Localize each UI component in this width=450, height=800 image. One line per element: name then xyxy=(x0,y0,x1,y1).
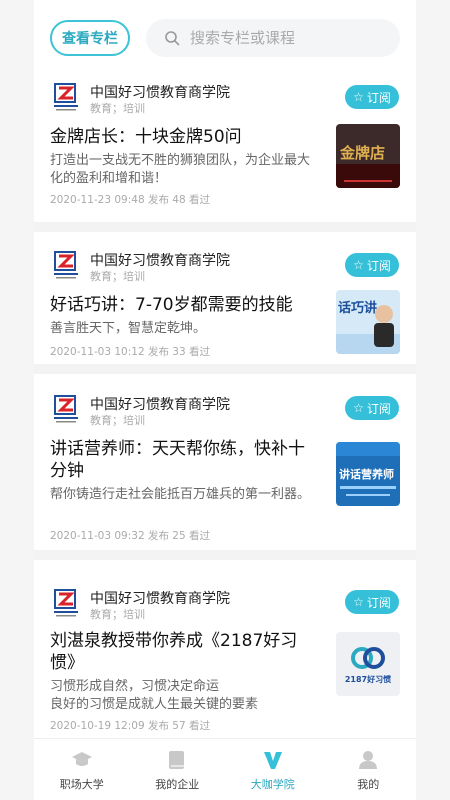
top-bar: 查看专栏 xyxy=(34,0,416,74)
subscribe-button[interactable]: ☆ 订阅 xyxy=(345,396,399,420)
card-separator xyxy=(34,550,416,560)
tab-label: 我的 xyxy=(357,777,380,791)
star-icon: ☆ xyxy=(353,258,364,272)
column-card[interactable]: 中国好习惯教育商学院 教育；培训 ☆ 订阅 好话巧讲：7-70岁都需要的技能 善… xyxy=(34,232,416,364)
org-tags: 教育；培训 xyxy=(90,414,145,427)
subscribe-label: 订阅 xyxy=(366,90,391,105)
org-tags: 教育；培训 xyxy=(90,102,145,115)
org-name: 中国好习惯教育商学院 xyxy=(90,85,230,101)
column-thumbnail[interactable]: 2187好习惯 xyxy=(336,632,400,696)
column-description: 习惯形成自然，习惯决定命运 良好的习惯是成就人生最关键的要素 xyxy=(50,679,259,712)
org-tags: 教育；培训 xyxy=(90,270,145,283)
org-name: 中国好习惯教育商学院 xyxy=(90,253,230,269)
subscribe-button[interactable]: ☆ 订阅 xyxy=(345,253,399,277)
column-meta: 2020-10-19 12:09 发布 57 看过 xyxy=(50,720,210,732)
search-icon xyxy=(165,31,180,46)
column-thumbnail[interactable]: 讲话营养师 xyxy=(336,442,400,506)
v-logo-icon xyxy=(263,751,282,769)
column-meta: 2020-11-03 09:32 发布 25 看过 xyxy=(50,530,210,542)
card-separator xyxy=(34,364,416,374)
user-icon xyxy=(359,750,378,769)
org-logo-icon xyxy=(54,589,78,617)
card-separator xyxy=(34,222,416,232)
org-tags: 教育；培训 xyxy=(90,608,145,621)
org-logo-icon xyxy=(54,251,78,279)
tab-label: 大咖学院 xyxy=(250,777,295,791)
star-icon: ☆ xyxy=(353,595,364,609)
graduation-cap-icon xyxy=(71,751,92,766)
tab-expert-academy[interactable]: 大咖学院 xyxy=(225,739,321,800)
thumbnail-image-icon: 2187好习惯 xyxy=(336,632,400,696)
org-logo-icon xyxy=(54,83,78,111)
column-title[interactable]: 金牌店长：十块金牌50问 xyxy=(50,126,320,148)
column-thumbnail[interactable]: 话巧讲 xyxy=(336,290,400,354)
star-icon: ☆ xyxy=(353,90,364,104)
org-name: 中国好习惯教育商学院 xyxy=(90,591,230,607)
org-name: 中国好习惯教育商学院 xyxy=(90,397,230,413)
subscribe-label: 订阅 xyxy=(366,401,391,416)
search-box[interactable] xyxy=(146,19,400,57)
thumbnail-caption: 2187好习惯 xyxy=(345,674,391,684)
column-description: 打造出一支战无不胜的狮狼团队，为企业最大化的盈利和增和谐！ xyxy=(50,153,311,186)
thumbnail-caption: 讲话营养师 xyxy=(339,467,394,481)
subscribe-label: 订阅 xyxy=(366,595,391,610)
app-screen: 查看专栏 中国好习惯教育商学院 教育；培训 ☆ 订阅 金牌店长：十块金 xyxy=(34,0,416,800)
column-description: 帮你铸造行走社会能抵百万雄兵的第一利器。 xyxy=(50,487,311,502)
subscribe-label: 订阅 xyxy=(366,258,391,273)
thumbnail-image-icon: 讲话营养师 xyxy=(336,442,400,506)
tab-me[interactable]: 我的 xyxy=(321,739,417,800)
thumbnail-caption: 话巧讲 xyxy=(338,300,377,316)
view-columns-button[interactable]: 查看专栏 xyxy=(50,20,130,56)
column-card[interactable]: 中国好习惯教育商学院 教育；培训 ☆ 订阅 刘湛泉教授带你养成《2187好习惯》… xyxy=(34,560,416,738)
column-card[interactable]: 中国好习惯教育商学院 教育；培训 ☆ 订阅 金牌店长：十块金牌50问 打造出一支… xyxy=(34,74,416,222)
thumbnail-image-icon: 话巧讲 xyxy=(336,290,400,354)
tab-label: 我的企业 xyxy=(155,777,200,791)
search-input[interactable] xyxy=(190,29,370,47)
tab-my-company[interactable]: 我的企业 xyxy=(130,739,226,800)
star-icon: ☆ xyxy=(353,401,364,415)
thumbnail-image-icon: 金牌店 xyxy=(336,124,400,188)
bottom-tab-bar: 职场大学 我的企业 大咖学院 我的 xyxy=(34,738,416,800)
column-description: 善言胜天下，智慧定乾坤。 xyxy=(50,321,207,336)
org-logo-icon xyxy=(54,395,78,423)
column-thumbnail[interactable]: 金牌店 xyxy=(336,124,400,188)
book-icon xyxy=(169,750,185,769)
column-title[interactable]: 讲话营养师：天天帮你练，快补十分钟 xyxy=(50,438,320,482)
subscribe-button[interactable]: ☆ 订阅 xyxy=(345,85,399,109)
column-title[interactable]: 好话巧讲：7-70岁都需要的技能 xyxy=(50,294,320,316)
column-meta: 2020-11-23 09:48 发布 48 看过 xyxy=(50,194,210,206)
column-card[interactable]: 中国好习惯教育商学院 教育；培训 ☆ 订阅 讲话营养师：天天帮你练，快补十分钟 … xyxy=(34,374,416,550)
column-title[interactable]: 刘湛泉教授带你养成《2187好习惯》 xyxy=(50,630,320,674)
thumbnail-caption: 金牌店 xyxy=(339,144,385,162)
tab-workplace-university[interactable]: 职场大学 xyxy=(34,739,130,800)
column-meta: 2020-11-03 10:12 发布 33 看过 xyxy=(50,346,210,358)
subscribe-button[interactable]: ☆ 订阅 xyxy=(345,590,399,614)
tab-label: 职场大学 xyxy=(59,777,104,791)
